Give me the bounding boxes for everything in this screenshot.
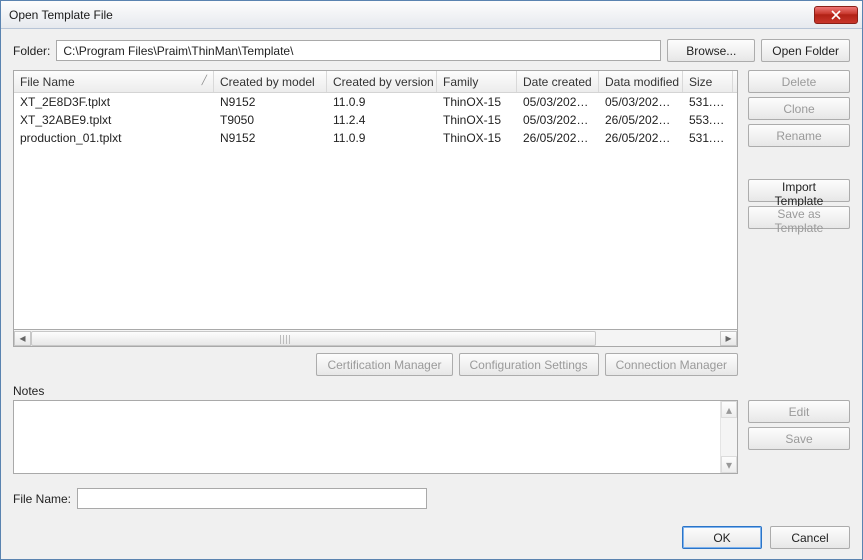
save-as-template-button[interactable]: Save as Template xyxy=(748,206,850,229)
side-buttons: Delete Clone Rename Import Template Save… xyxy=(748,70,850,376)
folder-path-field[interactable] xyxy=(56,40,661,61)
scroll-up-arrow[interactable]: ▴ xyxy=(721,401,737,418)
scroll-left-arrow[interactable]: ◂ xyxy=(14,331,31,346)
cell-date-created: 05/03/2020 1... xyxy=(517,112,599,128)
cell-file-name: XT_2E8D3F.tplxt xyxy=(14,94,214,110)
client-area: Folder: Browse... Open Folder File Name ╱… xyxy=(1,29,862,559)
cell-created-model: N9152 xyxy=(214,94,327,110)
col-header-family[interactable]: Family xyxy=(437,71,517,92)
filename-label: File Name: xyxy=(13,492,71,506)
file-grid[interactable]: File Name ╱ Created by model Created by v… xyxy=(13,70,738,330)
col-header-file-name-label: File Name xyxy=(20,75,75,89)
notes-section: Notes ▴ ▾ Edit Save xyxy=(13,384,850,474)
notes-label: Notes xyxy=(13,384,850,398)
filename-row: File Name: xyxy=(13,488,850,509)
scroll-thumb[interactable] xyxy=(31,331,596,346)
notes-scroll-track[interactable] xyxy=(721,418,737,456)
cell-size: 531.2 K xyxy=(683,94,733,110)
table-row[interactable]: XT_32ABE9.tplxt T9050 11.2.4 ThinOX-15 0… xyxy=(14,111,737,129)
open-folder-button[interactable]: Open Folder xyxy=(761,39,850,62)
close-icon xyxy=(831,10,841,20)
cell-created-version: 11.0.9 xyxy=(327,130,437,146)
cell-date-created: 26/05/2020 1... xyxy=(517,130,599,146)
grid-wrap: File Name ╱ Created by model Created by v… xyxy=(13,70,738,376)
folder-label: Folder: xyxy=(13,44,50,58)
cell-data-modified: 26/05/2020 1... xyxy=(599,130,683,146)
col-header-file-name[interactable]: File Name ╱ xyxy=(14,71,214,92)
scroll-right-arrow[interactable]: ▸ xyxy=(720,331,737,346)
import-template-button[interactable]: Import Template xyxy=(748,179,850,202)
notes-vertical-scrollbar[interactable]: ▴ ▾ xyxy=(720,401,737,473)
side-gap xyxy=(748,151,850,175)
ok-button[interactable]: OK xyxy=(682,526,762,549)
table-row[interactable]: XT_2E8D3F.tplxt N9152 11.0.9 ThinOX-15 0… xyxy=(14,93,737,111)
cell-date-created: 05/03/2020 1... xyxy=(517,94,599,110)
cell-file-name: production_01.tplxt xyxy=(14,130,214,146)
save-button[interactable]: Save xyxy=(748,427,850,450)
cell-file-name: XT_32ABE9.tplxt xyxy=(14,112,214,128)
grid-horizontal-scrollbar[interactable]: ◂ ▸ xyxy=(13,330,738,347)
col-header-date-created[interactable]: Date created xyxy=(517,71,599,92)
manager-buttons-row: Certification Manager Configuration Sett… xyxy=(13,353,738,376)
rename-button[interactable]: Rename xyxy=(748,124,850,147)
col-header-created-version[interactable]: Created by version xyxy=(327,71,437,92)
notes-wrap: ▴ ▾ Edit Save xyxy=(13,400,850,474)
filename-field[interactable] xyxy=(77,488,427,509)
browse-button[interactable]: Browse... xyxy=(667,39,755,62)
table-row[interactable]: production_01.tplxt N9152 11.0.9 ThinOX-… xyxy=(14,129,737,147)
scroll-track[interactable] xyxy=(31,331,720,346)
notes-side-buttons: Edit Save xyxy=(748,400,850,450)
cell-family: ThinOX-15 xyxy=(437,130,517,146)
dialog-window: Open Template File Folder: Browse... Ope… xyxy=(0,0,863,560)
configuration-settings-button[interactable]: Configuration Settings xyxy=(459,353,599,376)
scroll-down-arrow[interactable]: ▾ xyxy=(721,456,737,473)
cell-created-version: 11.2.4 xyxy=(327,112,437,128)
cell-family: ThinOX-15 xyxy=(437,112,517,128)
mid-section: File Name ╱ Created by model Created by v… xyxy=(13,70,850,376)
col-header-created-model[interactable]: Created by model xyxy=(214,71,327,92)
col-header-size[interactable]: Size xyxy=(683,71,733,92)
edit-button[interactable]: Edit xyxy=(748,400,850,423)
sort-asc-icon: ╱ xyxy=(202,75,207,86)
connection-manager-button[interactable]: Connection Manager xyxy=(605,353,738,376)
cancel-button[interactable]: Cancel xyxy=(770,526,850,549)
grid-body: XT_2E8D3F.tplxt N9152 11.0.9 ThinOX-15 0… xyxy=(14,93,737,147)
footer-buttons: OK Cancel xyxy=(13,518,850,549)
window-title: Open Template File xyxy=(9,8,814,22)
scroll-grip-icon xyxy=(280,335,292,344)
clone-button[interactable]: Clone xyxy=(748,97,850,120)
folder-row: Folder: Browse... Open Folder xyxy=(13,39,850,62)
delete-button[interactable]: Delete xyxy=(748,70,850,93)
cell-data-modified: 05/03/2020 1... xyxy=(599,94,683,110)
cell-created-version: 11.0.9 xyxy=(327,94,437,110)
cell-family: ThinOX-15 xyxy=(437,94,517,110)
cell-data-modified: 26/05/2020 1... xyxy=(599,112,683,128)
cell-created-model: T9050 xyxy=(214,112,327,128)
grid-header: File Name ╱ Created by model Created by v… xyxy=(14,71,737,93)
col-header-data-modified[interactable]: Data modified xyxy=(599,71,683,92)
cell-size: 531.6 K xyxy=(683,130,733,146)
cell-created-model: N9152 xyxy=(214,130,327,146)
notes-textarea[interactable]: ▴ ▾ xyxy=(13,400,738,474)
titlebar: Open Template File xyxy=(1,1,862,29)
certification-manager-button[interactable]: Certification Manager xyxy=(316,353,452,376)
cell-size: 553.9 K xyxy=(683,112,733,128)
close-button[interactable] xyxy=(814,6,858,24)
